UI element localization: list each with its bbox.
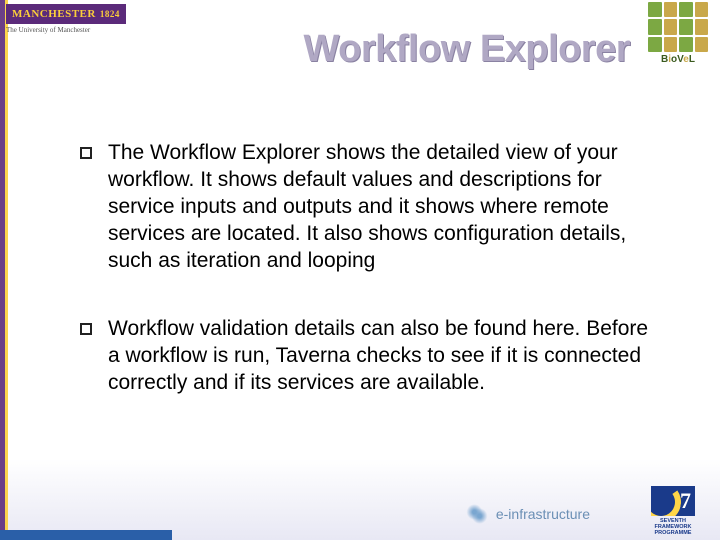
list-item: The Workflow Explorer shows the detailed… bbox=[80, 140, 650, 274]
fp7-logo: 7 SEVENTH FRAMEWORK PROGRAMME bbox=[642, 486, 704, 536]
slide-footer: e-infrastructure 7 SEVENTH FRAMEWORK PRO… bbox=[0, 490, 720, 540]
bullet-text: The Workflow Explorer shows the detailed… bbox=[108, 140, 650, 274]
einfra-icon bbox=[464, 504, 490, 524]
manchester-badge: MANCHESTER 1824 bbox=[6, 4, 126, 24]
biovel-label: BioVeL bbox=[638, 54, 718, 65]
slide-title: Workflow Explorer bbox=[303, 28, 630, 71]
biovel-logo: BioVeL bbox=[638, 2, 718, 82]
manchester-subtitle: The University of Manchester bbox=[6, 26, 136, 34]
fp7-flag-icon: 7 bbox=[651, 486, 695, 516]
list-item: Workflow validation details can also be … bbox=[80, 316, 650, 397]
fp7-line2: PROGRAMME bbox=[642, 530, 704, 536]
manchester-year: 1824 bbox=[100, 9, 120, 19]
einfrastructure-logo: e-infrastructure bbox=[464, 504, 590, 524]
fp7-line1: SEVENTH FRAMEWORK bbox=[642, 518, 704, 530]
manchester-name: MANCHESTER bbox=[12, 8, 96, 20]
biovel-grid-icon bbox=[648, 2, 708, 52]
manchester-logo: MANCHESTER 1824 The University of Manches… bbox=[6, 4, 136, 54]
bullet-marker-icon bbox=[80, 147, 92, 159]
bullet-text: Workflow validation details can also be … bbox=[108, 316, 650, 397]
slide-header: MANCHESTER 1824 The University of Manches… bbox=[0, 0, 720, 110]
slide-body: The Workflow Explorer shows the detailed… bbox=[0, 110, 720, 397]
einfra-label: e-infrastructure bbox=[496, 506, 590, 522]
footer-accent-bar bbox=[0, 530, 172, 540]
bullet-marker-icon bbox=[80, 323, 92, 335]
